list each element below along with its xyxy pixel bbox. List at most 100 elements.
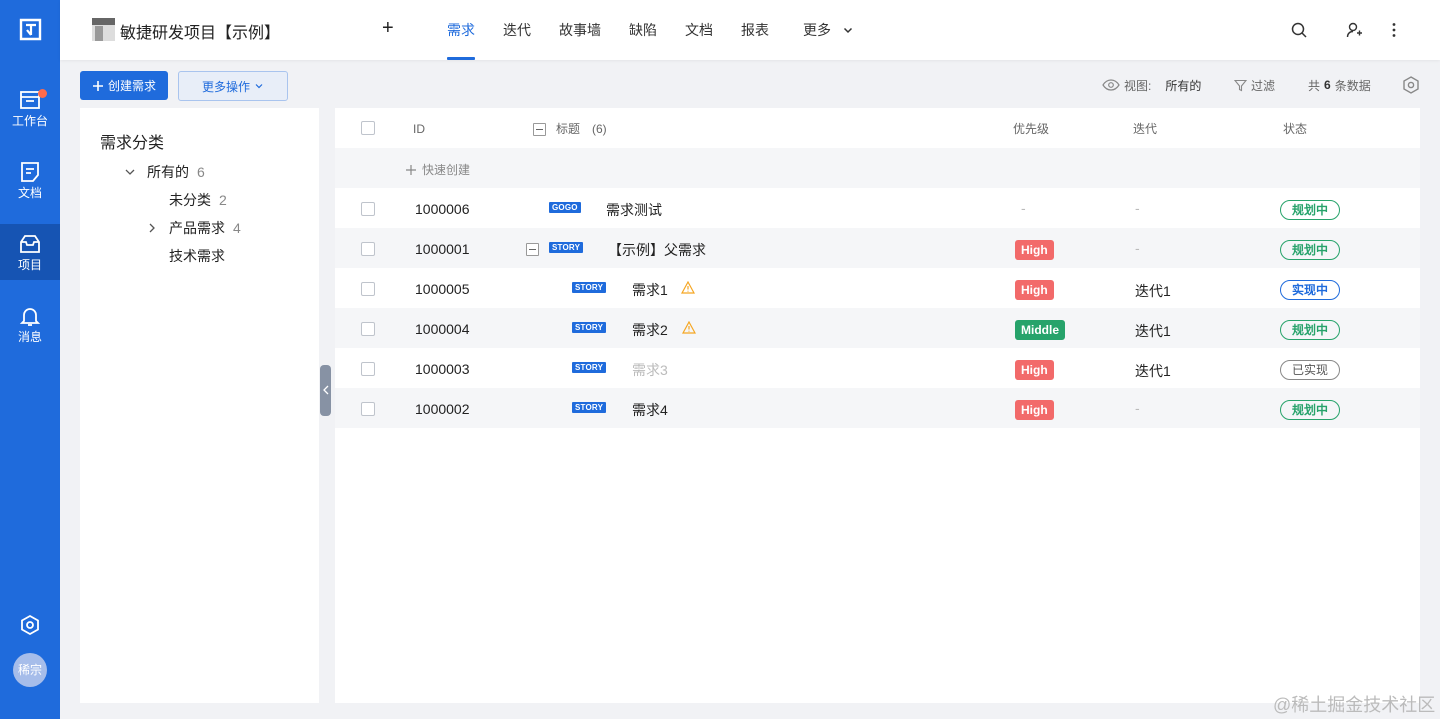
filter-button[interactable]: 过滤	[1234, 76, 1275, 94]
collapse-all-icon[interactable]	[533, 123, 546, 136]
table-row[interactable]: 1000005 STORY 需求1 High 迭代1 实现中	[335, 268, 1420, 308]
tree-item-count: 2	[219, 192, 227, 208]
more-vertical-icon[interactable]	[1385, 21, 1403, 39]
search-icon[interactable]	[1290, 21, 1308, 39]
table-row[interactable]: 1000004 STORY 需求2 Middle 迭代1 规划中	[335, 308, 1420, 348]
header-id[interactable]: ID	[413, 122, 425, 136]
eye-icon	[1102, 79, 1120, 91]
chevron-down-icon[interactable]	[124, 166, 136, 178]
left-nav: 工作台 文档 项目 消息 稀宗	[0, 0, 60, 719]
row-checkbox[interactable]	[361, 362, 375, 376]
status-badge[interactable]: 规划中	[1280, 200, 1340, 220]
row-title[interactable]: 需求4	[632, 400, 668, 420]
table-header: ID 标题 (6) 优先级 迭代 状态	[335, 108, 1420, 148]
count-value: 6	[1324, 78, 1331, 92]
tree-item-tech[interactable]: 技术需求	[169, 247, 225, 265]
row-checkbox[interactable]	[361, 242, 375, 256]
row-checkbox[interactable]	[361, 282, 375, 296]
filter-icon	[1234, 79, 1247, 91]
table-row[interactable]: 1000002 STORY 需求4 High - 规划中	[335, 388, 1420, 428]
warning-icon	[681, 281, 695, 294]
header-priority[interactable]: 优先级	[1013, 122, 1049, 136]
priority-badge[interactable]: High	[1015, 280, 1054, 300]
header-title-count: (6)	[592, 122, 607, 136]
row-iteration[interactable]: 迭代1	[1135, 281, 1171, 301]
tab-requirements[interactable]: 需求	[447, 21, 475, 39]
row-iteration[interactable]: 迭代1	[1135, 321, 1171, 341]
row-iteration-empty: -	[1135, 240, 1140, 256]
tab-story-wall[interactable]: 故事墙	[559, 21, 601, 39]
status-badge[interactable]: 规划中	[1280, 240, 1340, 260]
row-iteration-empty: -	[1135, 400, 1140, 416]
row-title[interactable]: 【示例】父需求	[608, 240, 706, 260]
type-tag: STORY	[549, 242, 584, 253]
app-logo-icon[interactable]	[18, 17, 43, 42]
type-tag: STORY	[572, 402, 607, 413]
filter-label: 过滤	[1251, 78, 1276, 93]
member-icon[interactable]	[1345, 21, 1363, 39]
row-id: 1000005	[415, 281, 470, 297]
tree-item-all[interactable]: 所有的 6	[147, 163, 205, 181]
priority-badge[interactable]: High	[1015, 400, 1054, 420]
chevron-down-icon[interactable]	[842, 24, 854, 36]
row-title[interactable]: 需求2	[632, 320, 668, 340]
more-actions-button[interactable]: 更多操作	[178, 71, 288, 101]
chevron-down-icon	[255, 84, 263, 89]
avatar[interactable]: 稀宗	[13, 653, 47, 687]
tree-item-count: 4	[233, 220, 241, 236]
nav-label-workbench: 工作台	[11, 114, 48, 128]
view-selector[interactable]: 视图: 所有的	[1102, 76, 1201, 94]
settings-icon[interactable]	[19, 614, 41, 636]
collapse-children-icon[interactable]	[526, 243, 539, 256]
project-title[interactable]: 敏捷研发项目【示例】	[120, 19, 280, 43]
watermark: @稀土掘金技术社区	[1273, 695, 1436, 715]
row-checkbox[interactable]	[361, 402, 375, 416]
status-badge[interactable]: 已实现	[1280, 360, 1340, 380]
quick-create[interactable]: 快速创建	[405, 161, 470, 178]
row-iteration[interactable]: 迭代1	[1135, 361, 1171, 381]
status-badge[interactable]: 规划中	[1280, 400, 1340, 420]
status-badge[interactable]: 规划中	[1280, 320, 1340, 340]
tab-reports[interactable]: 报表	[741, 21, 769, 39]
tree-item-product[interactable]: 产品需求 4	[169, 219, 241, 237]
tab-more[interactable]: 更多	[803, 21, 831, 39]
chevron-right-icon[interactable]	[146, 222, 158, 234]
row-checkbox[interactable]	[361, 322, 375, 336]
row-checkbox[interactable]	[361, 202, 375, 216]
count-suffix: 条数据	[1334, 78, 1371, 93]
row-title[interactable]: 需求测试	[606, 200, 662, 220]
panel-collapse-handle[interactable]	[320, 365, 331, 416]
nav-label-messages: 消息	[17, 330, 42, 344]
nav-item-project[interactable]: 项目	[0, 224, 60, 280]
priority-badge[interactable]: Middle	[1015, 320, 1065, 340]
row-id: 1000004	[415, 321, 470, 337]
type-tag: STORY	[572, 322, 607, 333]
quick-create-row[interactable]: 快速创建	[335, 148, 1420, 188]
tab-documents[interactable]: 文档	[685, 21, 713, 39]
table-row[interactable]: 1000001 STORY 【示例】父需求 High - 规划中	[335, 228, 1420, 268]
table-row[interactable]: 1000006 GOGO 需求测试 - - 规划中	[335, 188, 1420, 228]
header-iteration[interactable]: 迭代	[1133, 122, 1157, 136]
nav-label-project: 项目	[17, 258, 42, 272]
row-id: 1000006	[415, 201, 470, 217]
header-status[interactable]: 状态	[1283, 122, 1307, 136]
nav-item-workbench[interactable]: 工作台	[0, 80, 60, 136]
table-row[interactable]: 1000003 STORY 需求3 High 迭代1 已实现	[335, 348, 1420, 388]
priority-badge[interactable]: High	[1015, 240, 1054, 260]
row-title[interactable]: 需求1	[632, 280, 668, 300]
status-badge[interactable]: 实现中	[1280, 280, 1340, 300]
more-actions-label: 更多操作	[201, 79, 250, 94]
tab-iterations[interactable]: 迭代	[503, 21, 531, 39]
row-title[interactable]: 需求3	[632, 360, 668, 380]
nav-item-messages[interactable]: 消息	[0, 296, 60, 352]
nav-item-docs[interactable]: 文档	[0, 152, 60, 208]
table-settings-icon[interactable]	[1401, 75, 1421, 95]
priority-badge[interactable]: High	[1015, 360, 1054, 380]
select-all-checkbox[interactable]	[361, 121, 375, 135]
add-button[interactable]: +	[382, 17, 394, 39]
tab-defects[interactable]: 缺陷	[629, 21, 657, 39]
create-requirement-button[interactable]: 创建需求	[80, 71, 168, 100]
header-title[interactable]: 标题	[556, 122, 580, 136]
bell-icon	[19, 308, 41, 326]
tree-item-uncategorized[interactable]: 未分类 2	[169, 191, 227, 209]
